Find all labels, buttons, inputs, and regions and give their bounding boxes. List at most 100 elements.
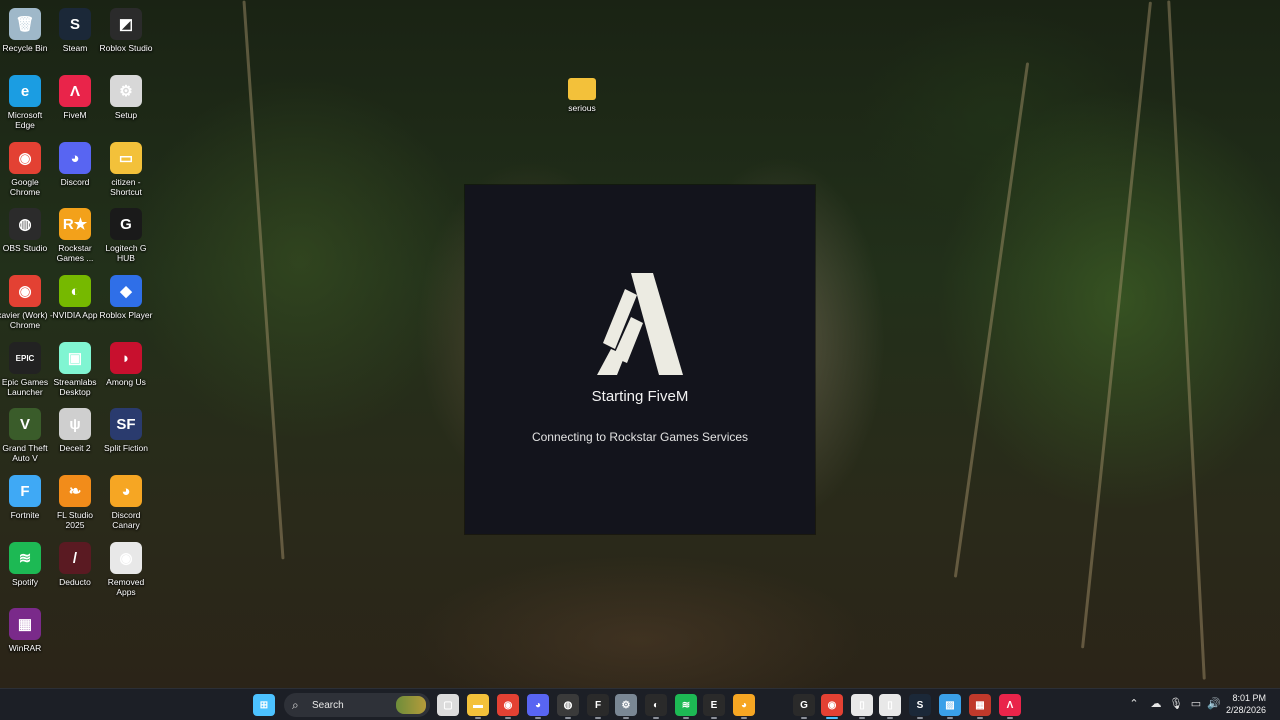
document-icon: ▯ [887,699,893,711]
desktop-icon-epic-games[interactable]: EPIC Epic Games Launcher [0,338,50,404]
taskbar-file-explorer[interactable]: ▬ [467,694,489,716]
taskbar-document-2[interactable]: ▯ [879,694,901,716]
taskbar-task-view[interactable]: ▢ [437,694,459,716]
desktop-icon-deducto[interactable]: / Deducto [50,538,100,604]
desktop-icon-roblox-player[interactable]: ◆ Roblox Player [100,271,152,337]
desktop-icon-removed-apps[interactable]: ◉ Removed Apps [101,538,151,604]
desktop-icon-folder[interactable]: ▭ citizen - Shortcut [101,138,151,204]
taskbar-chrome[interactable]: ◉ [497,694,519,716]
taskbar-settings[interactable]: ⚙ [615,694,637,716]
taskbar-discord[interactable]: ◕ [527,694,549,716]
taskbar-spotify[interactable]: ≋ [675,694,697,716]
desktop-icon-fivem[interactable]: Λ FiveM [50,71,100,137]
fivem-icon: F [594,699,602,711]
folder-icon [568,78,596,100]
desktop-icon-label: Spotify [12,577,38,587]
running-indicator [505,717,511,719]
desktop-icon-setup[interactable]: ⚙ Setup [101,71,151,137]
taskbar-fivem-launcher[interactable]: Λ [999,694,1021,716]
desktop-icon-label: Google Chrome [9,177,41,197]
folder-icon: ▭ [110,142,142,174]
desktop-icon-deceit-2[interactable]: ψ Deceit 2 [50,404,100,470]
fortnite-icon: F [9,475,41,507]
serious-folder[interactable]: serious [557,72,607,138]
desktop-icon-edge[interactable]: e Microsoft Edge [0,71,50,137]
desktop-icon-among-us[interactable]: ◗ Among Us [101,338,151,404]
desktop-icon-label: serious [568,103,596,113]
discord-icon: ◕ [534,699,542,711]
desktop-icon-discord[interactable]: ◕ Discord [50,138,100,204]
desktop-icon-obs[interactable]: ◍ OBS Studio [0,204,50,270]
desktop-icon-fortnite[interactable]: F Fortnite [0,471,50,537]
desktop-icon-label: Fortnite [10,510,40,520]
taskbar-fivem[interactable]: F [587,694,609,716]
desktop-icon-recycle-bin[interactable]: 🗑 Recycle Bin [0,4,50,70]
desktop-icon-winrar[interactable]: ▦ WinRAR [0,604,50,670]
desktop-icon-label: Microsoft Edge [7,110,43,130]
discord-icon: ◕ [59,142,91,174]
desktop-icon-fl-studio[interactable]: ❧ FL Studio 2025 [50,471,100,537]
running-indicator [565,717,571,719]
running-indicator [859,717,865,719]
taskbar-photos[interactable]: ▨ [939,694,961,716]
chrome-icon: ◉ [503,699,513,711]
split-fiction-icon: SF [110,408,142,440]
running-indicator [887,717,893,719]
removed-apps-icon: ◉ [110,542,142,574]
taskbar-chrome-profile[interactable]: ◉ [821,694,843,716]
launcher-status-text: Connecting to Rockstar Games Services [531,430,749,444]
taskbar-clock[interactable]: 8:01 PM 2/28/2026 [1222,692,1266,716]
desktop-icon-nvidia[interactable]: ◐ NVIDIA App [50,271,100,337]
fivem-icon: Λ [1006,699,1014,711]
running-indicator [917,717,923,719]
gear-icon: ⚙ [621,699,631,711]
desktop-icon-label: Removed Apps [107,577,145,597]
desktop-icon-label: Deceit 2 [59,443,91,453]
taskbar-epic-games[interactable]: E [703,694,725,716]
show-hidden-icons-icon[interactable]: ⌃ [1127,697,1141,710]
taskbar-start-button[interactable]: ⊞ [253,694,275,716]
windows-start-icon: ⊞ [259,699,269,711]
running-indicator [1007,717,1013,719]
desktop-icon-label: Discord Canary [111,510,141,530]
taskbar-rockstar-launcher[interactable]: ▦ [969,694,991,716]
desktop-icon-discord-canary[interactable]: ◕ Discord Canary [101,471,151,537]
desktop-icon-label: Grand Theft Auto V [2,443,48,463]
deducto-icon: / [59,542,91,574]
onedrive-icon[interactable]: ☁ [1149,697,1163,710]
running-indicator [623,717,629,719]
taskbar-steam[interactable]: S [909,694,931,716]
network-icon[interactable]: ▭ [1189,697,1203,710]
desktop-icon-label: Recycle Bin [2,43,48,53]
clock-date: 2/28/2026 [1225,705,1266,715]
desktop-icon-spotify[interactable]: ≋ Spotify [0,538,50,604]
wallpaper-vine [1081,1,1152,649]
desktop-icon-label: Epic Games Launcher [1,377,49,397]
taskbar-search-box[interactable]: ⌕ Search [284,693,430,717]
fivem-launcher-window[interactable]: Starting FiveM Connecting to Rockstar Ga… [465,185,815,534]
discord-canary-icon: ◕ [110,475,142,507]
desktop-icon-streamlabs[interactable]: ▣ Streamlabs Desktop [50,338,100,404]
desktop-icon-chrome-profile[interactable]: ◉ xavier (Work) - Chrome [0,271,53,337]
running-indicator [475,717,481,719]
obs-icon: ◍ [9,208,41,240]
desktop-icon-rockstar[interactable]: R★ Rockstar Games ... [50,204,100,270]
epic-games-icon: EPIC [9,342,41,374]
desktop-icon-steam[interactable]: S Steam [50,4,100,70]
volume-icon[interactable]: 🔊 [1207,697,1221,710]
taskbar-logitech[interactable]: G [793,694,815,716]
desktop-icon-roblox-studio[interactable]: ◩ Roblox Studio [100,4,152,70]
taskbar-document-1[interactable]: ▯ [851,694,873,716]
desktop-icon-logitech[interactable]: G Logitech G HUB [101,204,151,270]
running-indicator [595,717,601,719]
taskbar-nvidia[interactable]: ◐ [645,694,667,716]
task-view-icon: ▢ [443,699,453,711]
desktop-icon-gta-v[interactable]: V Grand Theft Auto V [0,404,50,470]
taskbar-discord-canary[interactable]: ◕ [733,694,755,716]
desktop-icon-chrome[interactable]: ◉ Google Chrome [0,138,50,204]
taskbar-obs[interactable]: ◍ [557,694,579,716]
desktop-icon-label: NVIDIA App [52,310,98,320]
microphone-icon[interactable]: 🎙 [1169,697,1183,710]
logitech-icon: G [800,699,808,711]
desktop-icon-split-fiction[interactable]: SF Split Fiction [101,404,151,470]
